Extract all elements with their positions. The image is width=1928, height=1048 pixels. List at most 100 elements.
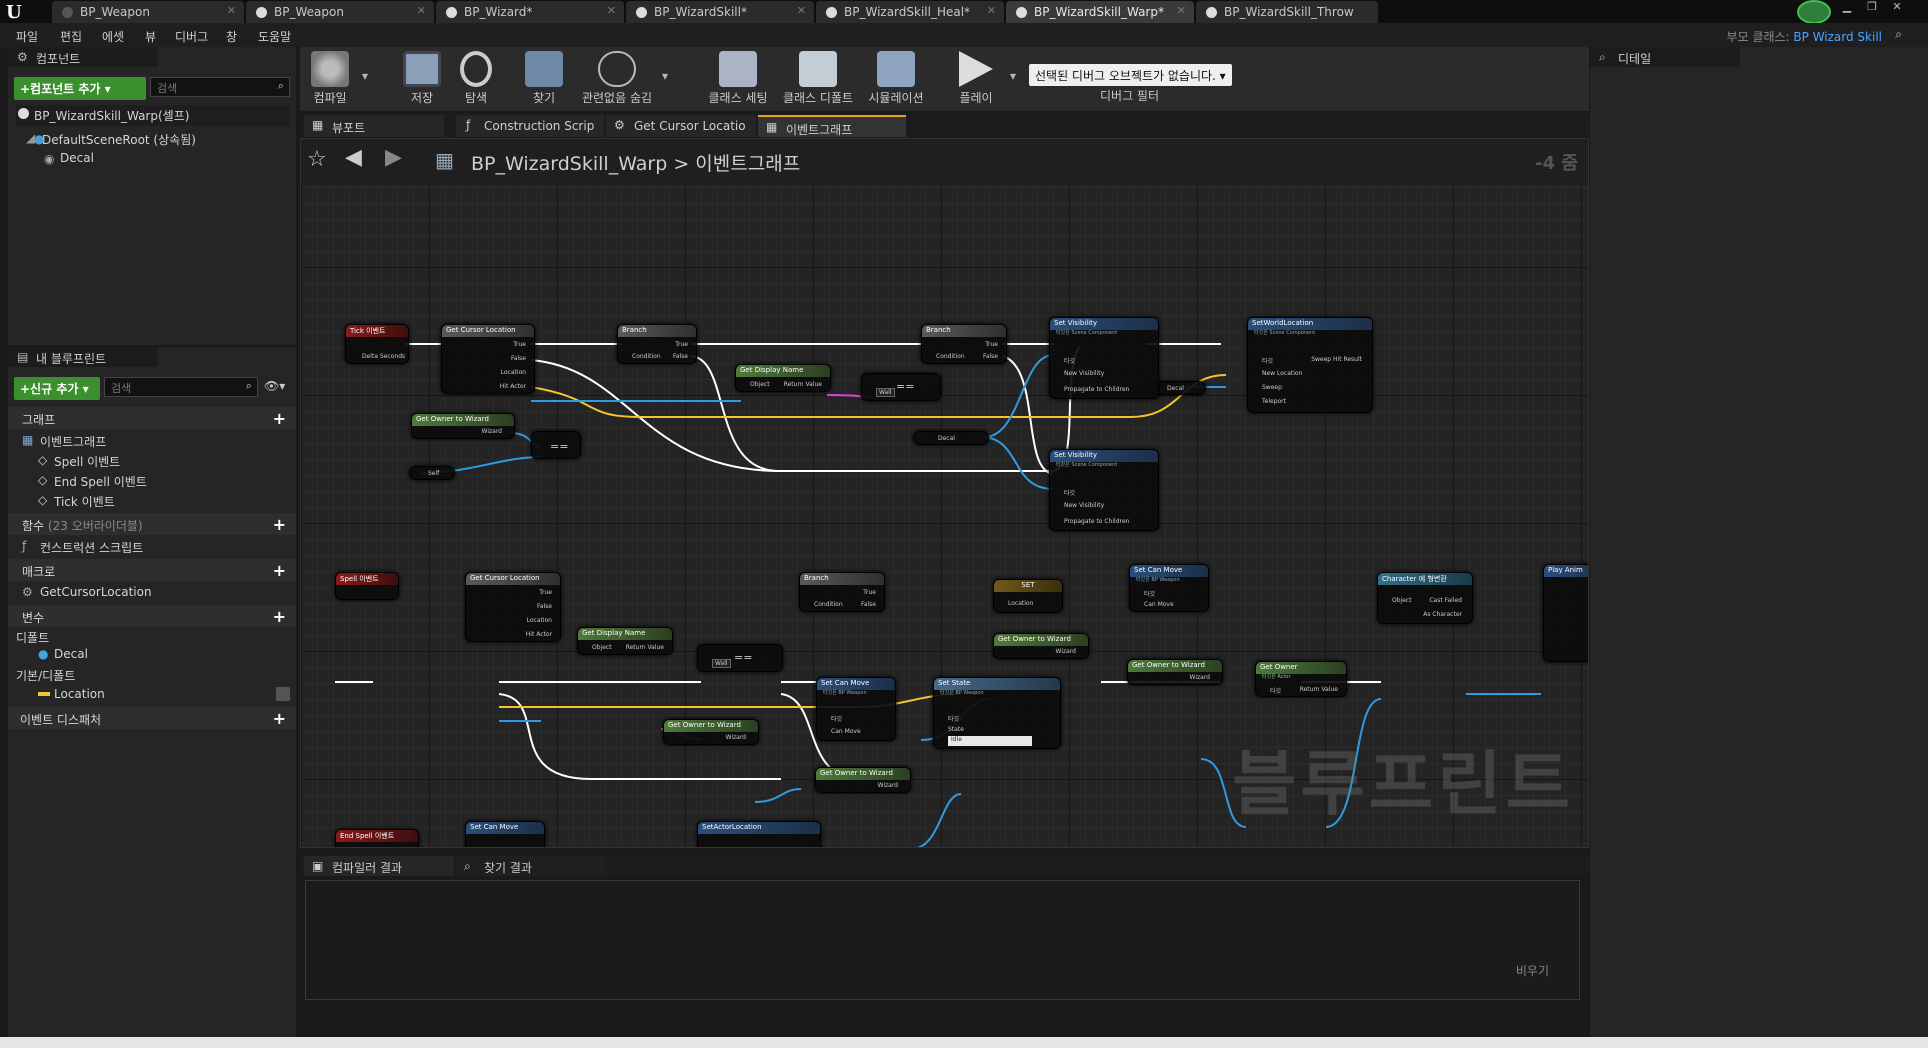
set-actor-location-node[interactable]: SetActorLocation xyxy=(697,821,821,847)
state-dropdown[interactable]: Idle xyxy=(948,736,1032,746)
basic-category[interactable]: 기본/디폴트 xyxy=(16,667,75,684)
close-window-icon[interactable]: ✕ xyxy=(1886,0,1908,14)
set-can-move-node[interactable]: Set Can Move 타깃은 BP Weapon 타깃 Can Move xyxy=(1129,564,1209,612)
set-state-node[interactable]: Set State 타깃은 BP Weapon 타깃 State Idle xyxy=(933,677,1061,749)
event-item[interactable]: ◇ End Spell 이벤트 xyxy=(38,473,147,490)
get-display-name-node[interactable]: Get Display Name Object Return Value xyxy=(735,364,831,392)
update-notification-button[interactable] xyxy=(1797,0,1831,24)
component-root-self[interactable]: BP_WizardSkill_Warp(셀프) xyxy=(16,105,290,126)
close-icon[interactable]: ✕ xyxy=(797,4,806,17)
component-decal[interactable]: ◉ Decal xyxy=(44,151,94,166)
eye-icon[interactable]: 👁▾ xyxy=(264,379,285,393)
add-macro-icon[interactable]: + xyxy=(273,561,286,580)
component-default-scene-root[interactable]: ◢ ● DefaultSceneRoot (상속됨) xyxy=(26,131,196,148)
blueprint-search-input[interactable]: 검색 ⌕ xyxy=(104,377,258,397)
details-tab[interactable]: ⌕ 디테일 xyxy=(1590,47,1740,67)
tab-construction-script[interactable]: ƒ Construction Scrip xyxy=(456,115,604,137)
instance-editable-icon[interactable] xyxy=(276,687,290,701)
close-icon[interactable]: ✕ xyxy=(417,4,426,17)
components-tab[interactable]: ⚙ 컴포넌트 xyxy=(8,47,158,67)
browse-button[interactable]: 탐색 xyxy=(446,51,506,107)
parent-class-link[interactable]: BP Wizard Skill xyxy=(1793,30,1882,44)
get-owner-to-wizard-node[interactable]: Get Owner to Wizard Wizard xyxy=(1127,659,1223,685)
event-item[interactable]: ◇ Spell 이벤트 xyxy=(38,453,120,470)
document-tab[interactable]: BP_Wizard* ✕ xyxy=(436,1,624,23)
document-tab[interactable]: BP_Weapon ✕ xyxy=(246,1,434,23)
document-tab[interactable]: BP_WizardSkill* ✕ xyxy=(626,1,814,23)
tab-event-graph[interactable]: ▦ 이벤트그래프 xyxy=(758,115,906,137)
decal-variable-node[interactable]: Decal xyxy=(913,431,989,445)
variables-section-header[interactable]: 변수 + xyxy=(8,605,296,627)
add-variable-icon[interactable]: + xyxy=(273,607,286,626)
compile-options-arrow-icon[interactable]: ▾ xyxy=(362,69,368,83)
document-tab[interactable]: BP_Weapon ✕ xyxy=(52,1,244,23)
my-blueprint-tab[interactable]: ▤ 내 블루프린트 xyxy=(8,347,158,367)
tick-event-node[interactable]: Tick 이벤트 Delta Seconds xyxy=(345,324,409,364)
get-owner-to-wizard-node[interactable]: Get Owner to Wizard Wizard xyxy=(993,633,1089,659)
debug-object-select[interactable]: 선택된 디버그 오브젝트가 없습니다. ▾ xyxy=(1029,64,1232,86)
tab-find-results[interactable]: ⌕ 찾기 결과 xyxy=(456,856,606,876)
close-icon[interactable]: ✕ xyxy=(1177,4,1186,17)
clear-results-button[interactable]: 비우기 xyxy=(1516,962,1549,979)
event-graph-item[interactable]: ▦ 이벤트그래프 xyxy=(22,433,106,450)
get-owner-node[interactable]: Get Owner 타깃은 Actor 타깃 Return Value xyxy=(1255,661,1347,697)
document-tab-active[interactable]: BP_WizardSkill_Warp* ✕ xyxy=(1006,1,1194,23)
branch-node[interactable]: Branch Condition True False xyxy=(921,324,1007,364)
play-button[interactable]: 플레이 xyxy=(946,51,1006,107)
document-tab[interactable]: BP_WizardSkill_Heal* ✕ xyxy=(816,1,1004,23)
literal-value[interactable]: Wall xyxy=(876,388,895,397)
macro-item[interactable]: ⚙ GetCursorLocation xyxy=(22,585,152,599)
hide-options-arrow-icon[interactable]: ▾ xyxy=(662,69,668,83)
tab-compiler-results[interactable]: ▣ 컴파일러 결과 xyxy=(304,856,454,876)
menu-window[interactable]: 창 xyxy=(226,28,237,45)
add-component-button[interactable]: +컴포넌트 추가 ▾ xyxy=(14,77,146,100)
get-owner-to-wizard-node[interactable]: Get Owner to Wizard Wizard xyxy=(411,413,515,439)
functions-section-header[interactable]: 함수 (23 오버라이더블) + xyxy=(8,513,296,535)
spell-event-node[interactable]: Spell 이벤트 xyxy=(335,572,399,600)
get-cursor-location-node[interactable]: Get Cursor Location True False Location … xyxy=(465,572,561,642)
unreal-logo-icon[interactable]: U xyxy=(6,2,28,23)
add-function-icon[interactable]: + xyxy=(273,515,286,534)
set-visibility-node[interactable]: Set Visibility 타깃은 Scene Component 타깃 Ne… xyxy=(1049,317,1159,399)
menu-asset[interactable]: 에셋 xyxy=(102,28,124,45)
literal-value[interactable]: Wall xyxy=(712,659,731,668)
tab-get-cursor-location[interactable]: ⚙ Get Cursor Locatio xyxy=(606,115,756,137)
set-can-move-node[interactable]: Set Can Move 타깃은 BP Weapon 타깃 Can Move xyxy=(816,677,896,741)
cast-to-character-node[interactable]: Character 에 형변환 Object Cast Failed As Ch… xyxy=(1377,572,1473,624)
event-graph-canvas[interactable]: ☆ ◀ ▶ ▦ BP_WizardSkill_Warp > 이벤트그래프 -4 … xyxy=(300,138,1589,848)
equal-object-node[interactable]: == xyxy=(531,431,581,459)
restore-icon[interactable]: ❐ xyxy=(1861,0,1883,14)
class-defaults-button[interactable]: 클래스 디폴트 xyxy=(778,51,858,107)
close-icon[interactable]: ✕ xyxy=(987,4,996,17)
event-dispatchers-header[interactable]: 이벤트 디스패처 + xyxy=(8,707,296,729)
play-options-arrow-icon[interactable]: ▾ xyxy=(1010,69,1016,83)
hide-unrelated-button[interactable]: 관련없음 숨김 xyxy=(578,51,656,107)
add-dispatcher-icon[interactable]: + xyxy=(273,709,286,728)
play-anim-node[interactable]: Play Anim xyxy=(1543,564,1588,662)
self-node[interactable]: Self xyxy=(409,466,455,480)
set-world-location-node[interactable]: SetWorldLocation 타깃은 Scene Component 타깃 … xyxy=(1247,317,1373,413)
document-tab[interactable]: BP_WizardSkill_Throw xyxy=(1196,1,1378,23)
save-button[interactable]: 저장 xyxy=(392,51,452,107)
equal-string-node[interactable]: Wall == xyxy=(697,644,783,672)
branch-node[interactable]: Branch Condition True False xyxy=(799,572,885,612)
end-spell-event-node[interactable]: End Spell 이벤트 xyxy=(335,829,419,847)
find-button[interactable]: 찾기 xyxy=(514,51,574,107)
get-owner-to-wizard-node[interactable]: Get Owner to Wizard Wizard xyxy=(663,719,759,745)
menu-debug[interactable]: 디버그 xyxy=(175,28,208,45)
close-icon[interactable]: ✕ xyxy=(227,4,236,17)
construction-script-item[interactable]: ƒ 컨스트럭션 스크립트 xyxy=(22,539,143,556)
set-visibility-node[interactable]: Set Visibility 타깃은 Scene Component 타깃 Ne… xyxy=(1049,449,1159,531)
close-icon[interactable]: ✕ xyxy=(607,4,616,17)
add-new-button[interactable]: +신규 추가 ▾ xyxy=(14,377,100,400)
variable-location[interactable]: Location xyxy=(38,687,296,701)
equal-string-node[interactable]: Wall == xyxy=(861,373,941,401)
menu-help[interactable]: 도움말 xyxy=(258,28,291,45)
components-search-input[interactable]: 검색 ⌕ xyxy=(150,77,290,97)
branch-node[interactable]: Branch Condition True False xyxy=(617,324,697,364)
components-category[interactable]: 디폴트 xyxy=(16,629,49,646)
get-owner-to-wizard-node[interactable]: Get Owner to Wizard Wizard xyxy=(815,767,911,793)
class-settings-button[interactable]: 클래스 세팅 xyxy=(700,51,776,107)
menu-edit[interactable]: 편집 xyxy=(60,28,82,45)
menu-view[interactable]: 뷰 xyxy=(145,28,156,45)
